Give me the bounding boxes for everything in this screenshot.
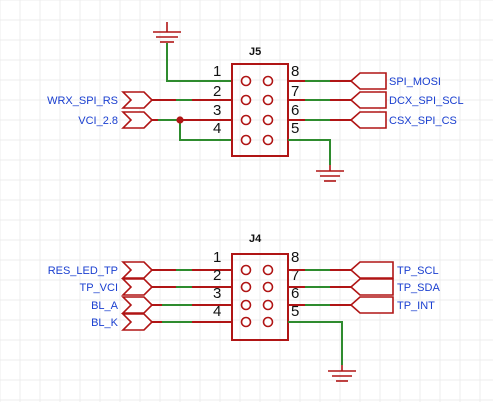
net-label: TP_SDA xyxy=(397,282,440,294)
ref-designator-j5: J5 xyxy=(249,46,261,58)
pin-number: 4 xyxy=(213,120,221,137)
pin-number: 6 xyxy=(291,102,299,119)
net-label: CSX_SPI_CS xyxy=(389,115,457,127)
net-label: BL_K xyxy=(91,317,119,329)
wire-j5-pin5-gnd xyxy=(288,139,331,165)
junction-dot xyxy=(176,116,184,124)
ground-symbol-j4 xyxy=(328,365,356,382)
pin-rings-j5 xyxy=(240,75,274,146)
pin-number: 3 xyxy=(213,285,221,302)
net-flag xyxy=(349,111,387,129)
pin-rings-j4 xyxy=(240,264,274,328)
net-flag xyxy=(349,278,394,296)
net-flag xyxy=(121,261,154,279)
background-grid xyxy=(0,0,493,402)
pin-number: 5 xyxy=(291,120,299,137)
net-flag xyxy=(349,72,387,90)
ref-designator-j4: J4 xyxy=(249,233,262,245)
pin-number: 7 xyxy=(291,83,299,100)
pin-number: 8 xyxy=(291,249,299,266)
schematic-canvas: J5 1 2 3 4 8 7 6 5 WRX_SPI_RS VCI_2.8 SP… xyxy=(0,0,493,402)
net-label: WRX_SPI_RS xyxy=(47,95,118,107)
net-flag xyxy=(349,296,394,314)
net-flag xyxy=(349,261,394,279)
net-label: BL_A xyxy=(91,300,119,312)
pin-number: 1 xyxy=(213,249,221,266)
net-label: SPI_MOSI xyxy=(389,76,441,88)
pin-number: 2 xyxy=(213,267,221,284)
wire-j4-pin5-gnd xyxy=(288,321,343,365)
net-label: TP_INT xyxy=(397,300,435,312)
pin-number: 8 xyxy=(291,63,299,80)
wire-j5-pin4-loop xyxy=(179,120,232,141)
ground-symbol-top xyxy=(153,22,181,43)
connector-j4[interactable]: J4 1 2 3 4 8 7 6 5 RES_LED_TP TP_VCI BL_… xyxy=(48,233,441,382)
pin-number: 3 xyxy=(213,102,221,119)
net-label: VCI_2.8 xyxy=(78,115,118,127)
net-flag xyxy=(121,278,154,296)
pin-number: 2 xyxy=(213,83,221,100)
net-label: TP_VCI xyxy=(79,282,118,294)
net-flag xyxy=(349,91,387,109)
net-label: TP_SCL xyxy=(397,265,439,277)
net-flag xyxy=(121,313,154,331)
net-label: RES_LED_TP xyxy=(48,265,118,277)
pin-number: 1 xyxy=(213,63,221,80)
connector-j5[interactable]: J5 1 2 3 4 8 7 6 5 WRX_SPI_RS VCI_2.8 SP… xyxy=(47,22,464,182)
schematic-svg: J5 1 2 3 4 8 7 6 5 WRX_SPI_RS VCI_2.8 SP… xyxy=(0,0,493,402)
net-flag xyxy=(121,296,154,314)
pin-number: 4 xyxy=(213,303,221,320)
net-label: DCX_SPI_SCL xyxy=(389,95,464,107)
